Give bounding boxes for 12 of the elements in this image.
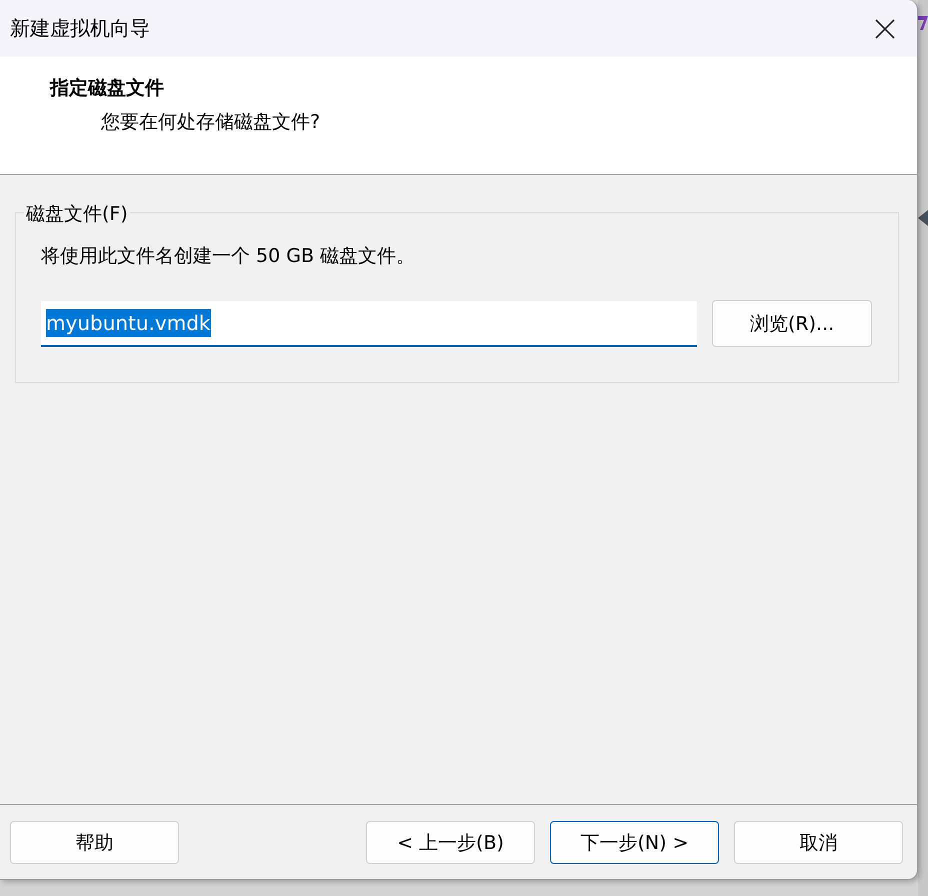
description-text: 将使用此文件名创建一个 50 GB 磁盘文件。 <box>41 244 416 269</box>
wizard-button[interactable]: < 上一步(B) <box>366 821 535 864</box>
browse-button[interactable]: 浏览(R)... <box>712 300 872 347</box>
page-heading: 指定磁盘文件 <box>50 76 165 101</box>
wizard-button[interactable]: 下一步(N) > <box>550 821 719 864</box>
window-title: 新建虚拟机向导 <box>10 15 150 42</box>
page-subtitle: 您要在何处存储磁盘文件? <box>101 110 322 135</box>
wizard-button[interactable]: 帮助 <box>10 821 179 864</box>
wizard-button[interactable]: 取消 <box>734 821 903 864</box>
arrow-icon <box>918 210 928 226</box>
file-name-field[interactable]: myubuntu.vmdk <box>41 300 698 346</box>
close-icon[interactable] <box>875 18 895 38</box>
